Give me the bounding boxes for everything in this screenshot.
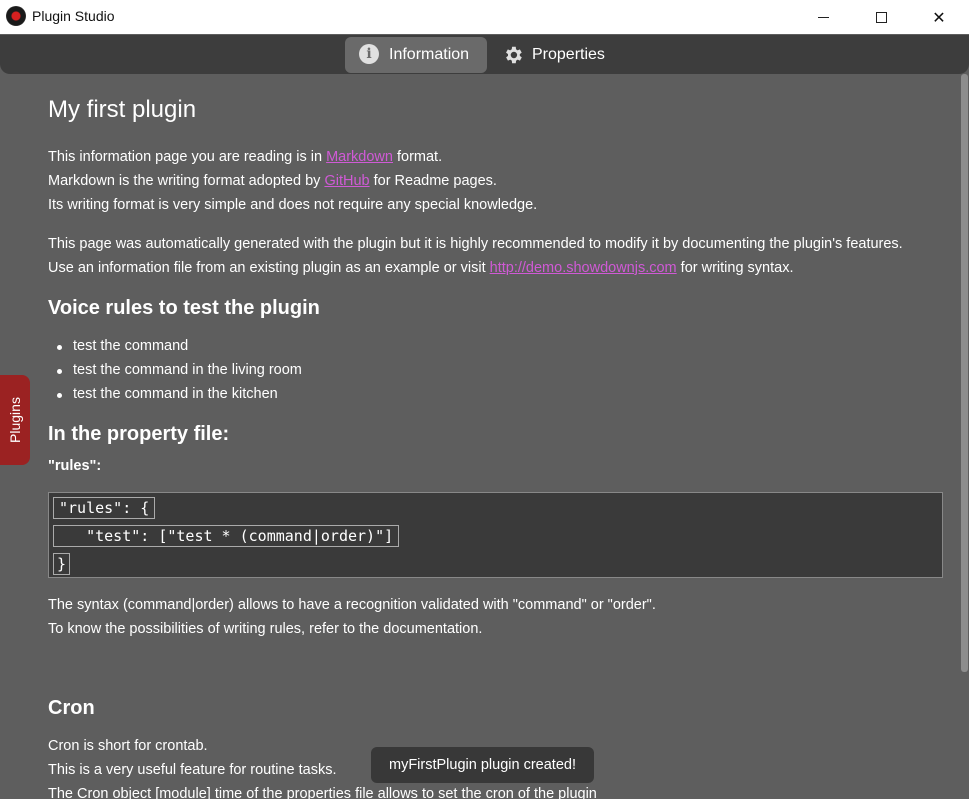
list-item: test the command in the living room [57, 362, 302, 378]
app-logo-icon [6, 6, 26, 26]
tab-information-label: Information [389, 46, 470, 63]
close-icon: ✕ [932, 7, 946, 27]
cron-heading: Cron [48, 697, 95, 719]
code-line: "rules": { [53, 497, 156, 519]
cron-line-3: The Cron object [module] time of the pro… [48, 786, 597, 799]
generated-note-line-1: This page was automatically generated wi… [48, 236, 903, 252]
tab-properties[interactable]: Properties [498, 37, 628, 73]
showdown-link[interactable]: http://demo.showdownjs.com [490, 260, 677, 276]
tab-properties-label: Properties [532, 46, 605, 63]
gear-icon [502, 44, 524, 66]
generated-note-line-2: Use an information file from an existing… [48, 260, 794, 276]
syntax-line-2: To know the possibilities of writing rul… [48, 621, 483, 637]
cron-line-1: Cron is short for crontab. [48, 738, 208, 754]
voice-rules-heading: Voice rules to test the plugin [48, 297, 320, 319]
minimize-button[interactable] [794, 0, 852, 34]
plugins-side-tab[interactable]: Plugins [0, 375, 30, 465]
list-item: test the command [56, 338, 189, 354]
close-button[interactable]: ✕ [910, 0, 968, 34]
scrollbar-thumb[interactable] [961, 74, 968, 672]
title-bar: Plugin Studio ✕ [0, 0, 969, 34]
plugins-side-tab-label: Plugins [7, 397, 24, 443]
cron-line-2: This is a very useful feature for routin… [48, 762, 337, 778]
list-item: test the command in the kitchen [57, 386, 278, 402]
maximize-icon [875, 11, 887, 23]
github-link[interactable]: GitHub [324, 173, 369, 189]
code-line: "test": ["test * (command|order)"] [53, 525, 400, 547]
code-block: "rules": { "test": ["test * (command|ord… [48, 492, 943, 578]
information-content: My first plugin This information page yo… [0, 74, 960, 799]
tab-bar: i Information Properties [0, 35, 969, 74]
maximize-button[interactable] [852, 0, 910, 34]
intro-line-2: Markdown is the writing format adopted b… [48, 173, 497, 189]
page-title: My first plugin [48, 96, 197, 123]
markdown-link[interactable]: Markdown [326, 149, 393, 165]
rules-label: "rules": [48, 458, 102, 474]
tab-information[interactable]: i Information [345, 37, 487, 73]
syntax-line-1: The syntax (command|order) allows to hav… [48, 597, 656, 613]
intro-line-1: This information page you are reading is… [48, 149, 443, 165]
vertical-scrollbar[interactable] [960, 74, 969, 799]
code-line: } [53, 553, 71, 575]
intro-line-3: Its writing format is very simple and do… [48, 197, 538, 213]
window-title: Plugin Studio [32, 8, 115, 24]
toast-notification: myFirstPlugin plugin created! [371, 747, 594, 783]
minimize-icon [817, 16, 829, 18]
info-icon: i [359, 44, 381, 66]
property-file-heading: In the property file: [48, 423, 230, 445]
